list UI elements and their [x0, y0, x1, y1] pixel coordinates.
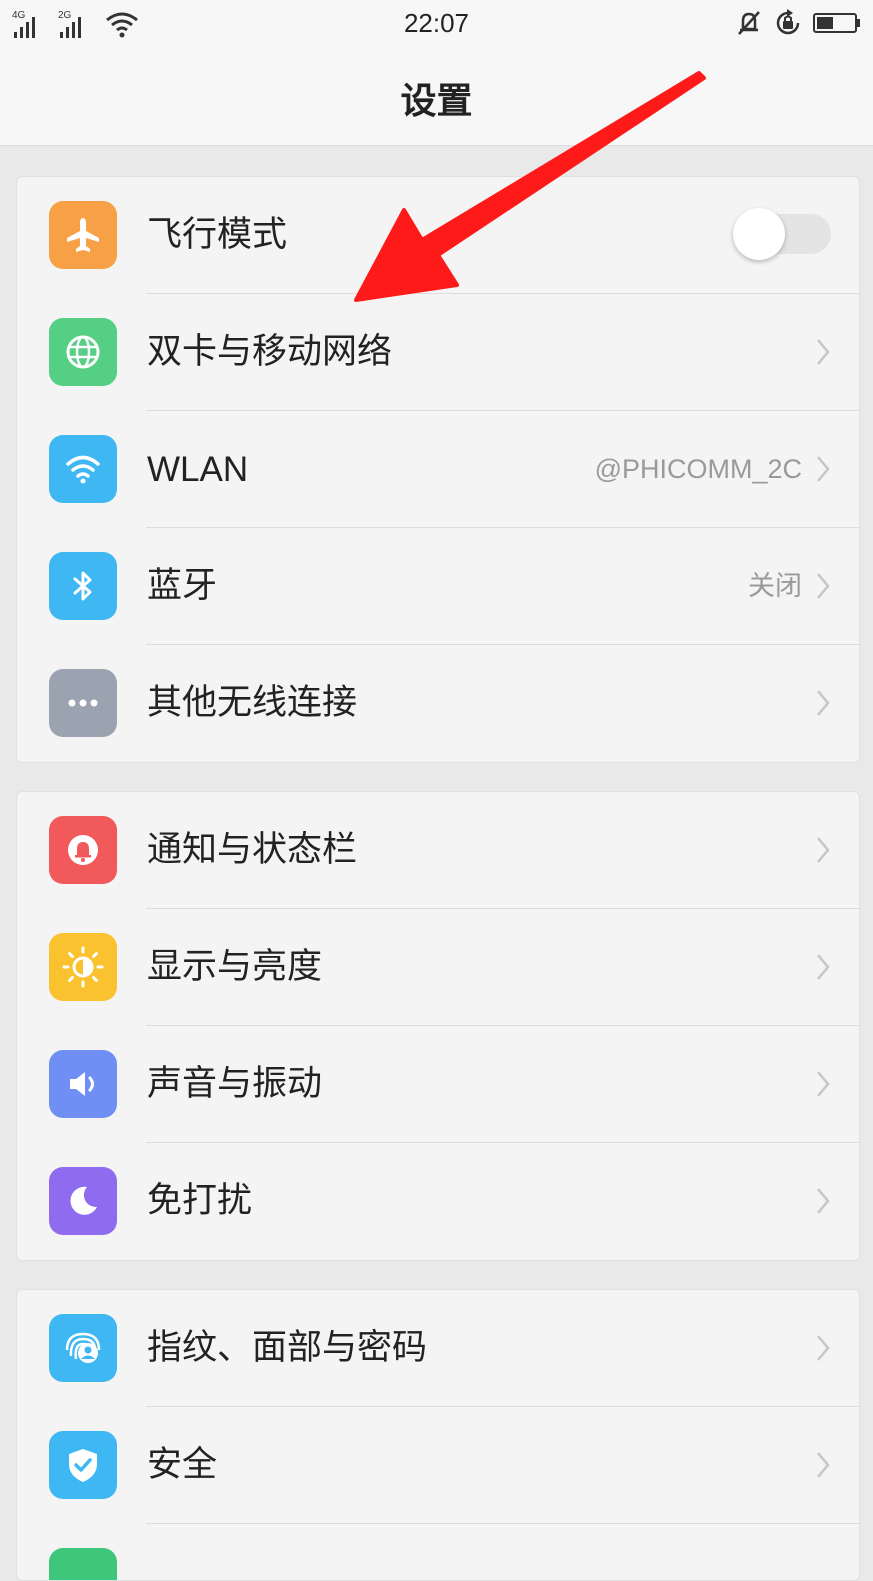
mute-vibrate-icon [738, 11, 760, 35]
chevron-right-icon [817, 456, 830, 482]
bluetooth-icon [49, 552, 117, 620]
globe-icon [49, 318, 117, 386]
partial-icon [49, 1548, 117, 1580]
brightness-icon [49, 933, 117, 1001]
setting-label: 免打扰 [147, 1181, 253, 1221]
chevron-right-icon [817, 573, 830, 599]
header: 设置 [0, 46, 873, 146]
setting-dual-sim-mobile-network[interactable]: 双卡与移动网络 [17, 294, 859, 411]
bell-icon [49, 816, 117, 884]
status-right [735, 8, 861, 38]
setting-wlan[interactable]: WLAN @PHICOMM_2C [17, 411, 859, 528]
chevron-right-icon [817, 1335, 830, 1361]
battery-icon [813, 13, 860, 33]
setting-do-not-disturb[interactable]: 免打扰 [17, 1143, 859, 1260]
setting-other-wireless[interactable]: 其他无线连接 [17, 645, 859, 762]
setting-label: 蓝牙 [147, 566, 218, 606]
toggle-knob [733, 208, 785, 260]
setting-label: WLAN [147, 450, 249, 489]
setting-label: 通知与状态栏 [147, 830, 358, 870]
setting-label: 安全 [147, 1445, 218, 1485]
setting-notification-status-bar[interactable]: 通知与状态栏 [17, 792, 859, 909]
setting-airplane-mode[interactable]: 飞行模式 [17, 177, 859, 294]
setting-value: @PHICOMM_2C [594, 454, 802, 484]
setting-bluetooth[interactable]: 蓝牙 关闭 [17, 528, 859, 645]
setting-label: 指纹、面部与密码 [147, 1328, 428, 1368]
setting-sound-vibration[interactable]: 声音与振动 [17, 1026, 859, 1143]
chevron-right-icon [817, 1071, 830, 1097]
chevron-right-icon [817, 690, 830, 716]
airplane-icon [49, 201, 117, 269]
setting-label: 双卡与移动网络 [147, 332, 393, 372]
shield-icon [49, 1431, 117, 1499]
airplane-mode-toggle[interactable] [733, 208, 831, 260]
chevron-right-icon [817, 339, 830, 365]
setting-label: 飞行模式 [147, 215, 288, 255]
setting-label: 其他无线连接 [147, 683, 358, 723]
setting-fingerprint-face-password[interactable]: 指纹、面部与密码 [17, 1290, 859, 1407]
setting-partial-item[interactable] [17, 1524, 859, 1580]
status-bar: 4G 2G 22:07 [0, 0, 873, 46]
fingerprint-icon [49, 1314, 117, 1382]
chevron-right-icon [817, 1188, 830, 1214]
settings-group-network: 飞行模式 双卡与移动网络 WLAN @PHICOMM_2C 蓝牙 关闭 其他无线… [16, 176, 860, 763]
setting-display-brightness[interactable]: 显示与亮度 [17, 909, 859, 1026]
setting-label: 声音与振动 [147, 1064, 323, 1104]
page-title: 设置 [400, 81, 473, 122]
more-icon [49, 669, 117, 737]
chevron-right-icon [817, 837, 830, 863]
settings-group-display: 通知与状态栏 显示与亮度 声音与振动 免打扰 [16, 791, 860, 1261]
wifi-icon [49, 435, 117, 503]
setting-security[interactable]: 安全 [17, 1407, 859, 1524]
chevron-right-icon [817, 954, 830, 980]
speaker-icon [49, 1050, 117, 1118]
rotation-lock-icon [776, 9, 800, 35]
chevron-right-icon [817, 1452, 830, 1478]
moon-icon [49, 1167, 117, 1235]
setting-label: 显示与亮度 [147, 947, 323, 987]
setting-value: 关闭 [748, 571, 802, 602]
settings-group-security: 指纹、面部与密码 安全 [16, 1289, 860, 1581]
